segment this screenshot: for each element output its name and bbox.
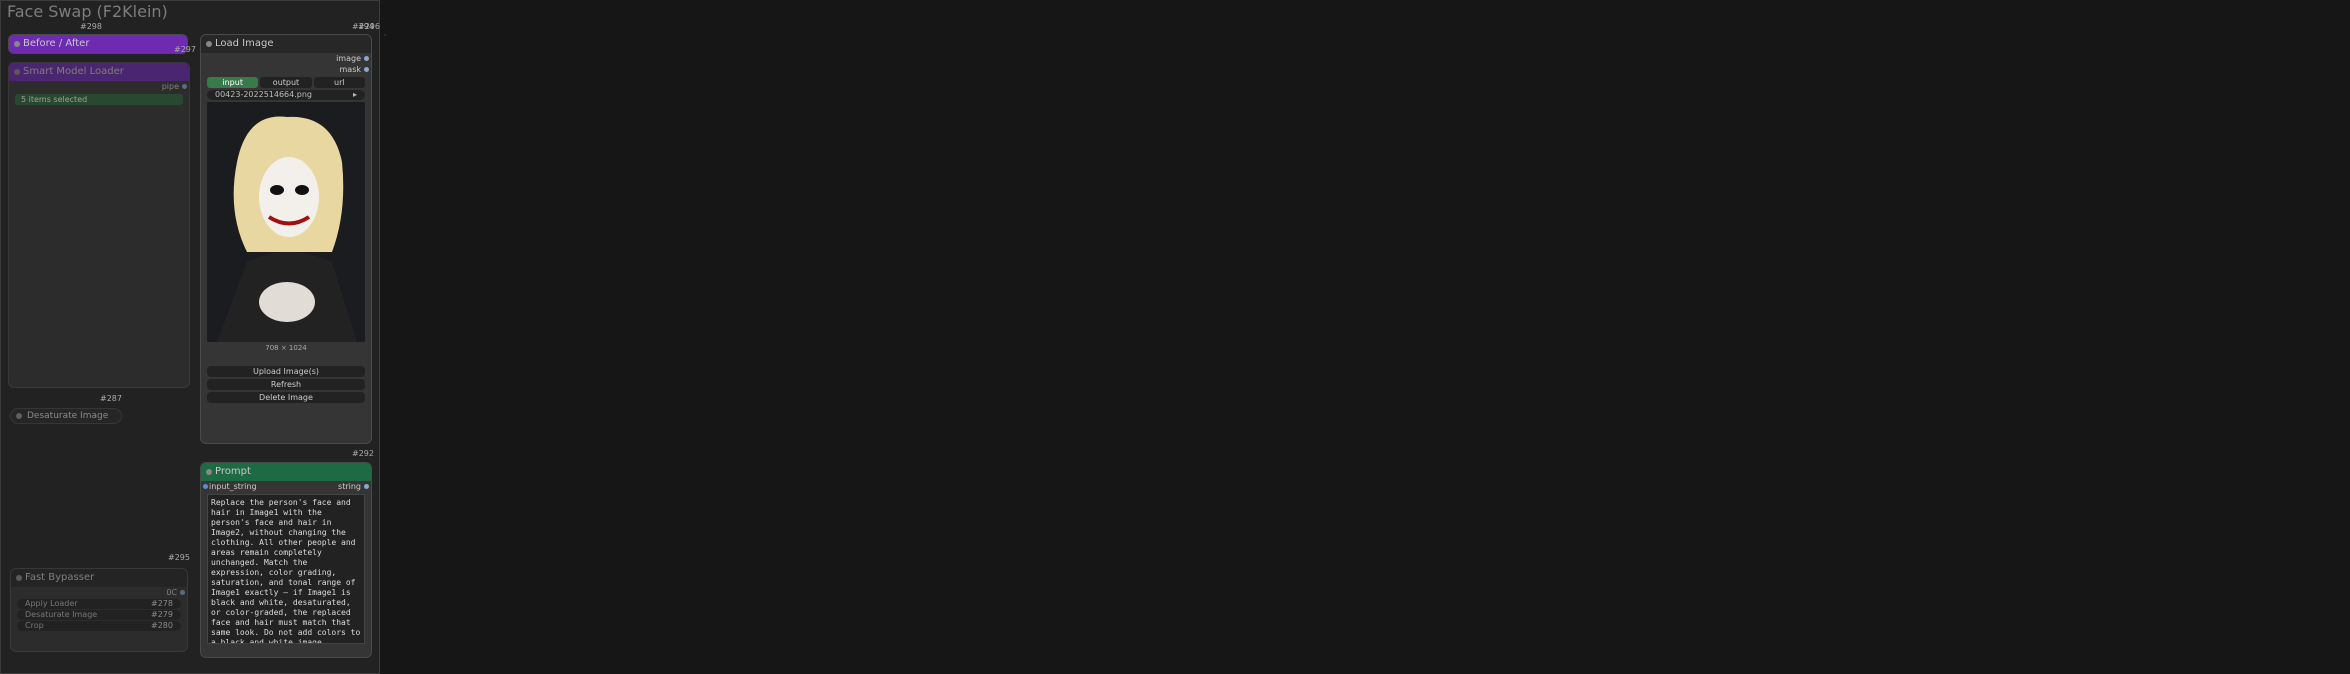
joker-woman-portrait (207, 102, 365, 342)
prompt-node[interactable]: Prompt input_string string Replace the p… (200, 462, 372, 658)
bypass-toggle[interactable]: Desaturate Image #279 (17, 610, 181, 620)
node-title: Prompt (201, 463, 371, 481)
node-title: Smart Model Loader (9, 63, 189, 81)
refresh-button[interactable]: Refresh (207, 379, 365, 390)
load-image-node[interactable]: Load Image image mask input output url 0… (200, 34, 372, 444)
before-after-node[interactable]: Before / After (8, 34, 188, 54)
node-id: #296 (358, 22, 380, 31)
items-selected-dropdown[interactable]: 5 items selected (15, 94, 183, 105)
node-graph-canvas[interactable]: Face Swap (F2Klein) Before / After #297 … (0, 0, 2350, 674)
upload-images-button[interactable]: Upload Image(s) (207, 366, 365, 377)
node-title: Fast Bypasser (11, 569, 187, 587)
node-id: #292 (352, 449, 374, 458)
input-string[interactable]: input_string (201, 481, 265, 492)
node-title: Load Image (201, 35, 371, 53)
tab-output[interactable]: output (260, 77, 312, 88)
tab-url[interactable]: url (313, 77, 365, 88)
output-image[interactable]: image (201, 53, 371, 64)
fast-bypasser-node-1[interactable]: Fast Bypasser 0C Apply Loader #278 Desatu… (10, 568, 188, 652)
node-id: #295 (168, 553, 190, 562)
prompt-textarea[interactable]: Replace the person's face and hair in Im… (207, 494, 365, 644)
loaded-image-preview (207, 102, 365, 342)
node-id: #287 (100, 394, 122, 403)
image-size-label: 708 × 1024 (265, 344, 307, 352)
node-title: Before / After (9, 35, 187, 53)
node-id: #297 (174, 45, 196, 54)
source-tabs[interactable]: input output url (207, 77, 365, 88)
output-pipe[interactable]: pipe (9, 81, 189, 92)
output-string[interactable]: string (330, 481, 371, 492)
tab-input[interactable]: input (207, 77, 259, 88)
delete-image-button[interactable]: Delete Image (207, 392, 365, 403)
smart-model-loader-node[interactable]: Smart Model Loader pipe 5 items selected (8, 62, 190, 388)
image-file-select[interactable]: 00423-2022514664.png ▸ (207, 90, 365, 100)
node-id: #298 (80, 22, 102, 31)
bypass-toggle[interactable]: Apply Loader #278 (17, 599, 181, 609)
group-title: Face Swap (F2Klein) (7, 2, 168, 21)
output-mask[interactable]: mask (201, 64, 371, 75)
desaturate-image-node[interactable]: Desaturate Image (10, 408, 122, 424)
bypass-toggle[interactable]: Crop #280 (17, 621, 181, 631)
